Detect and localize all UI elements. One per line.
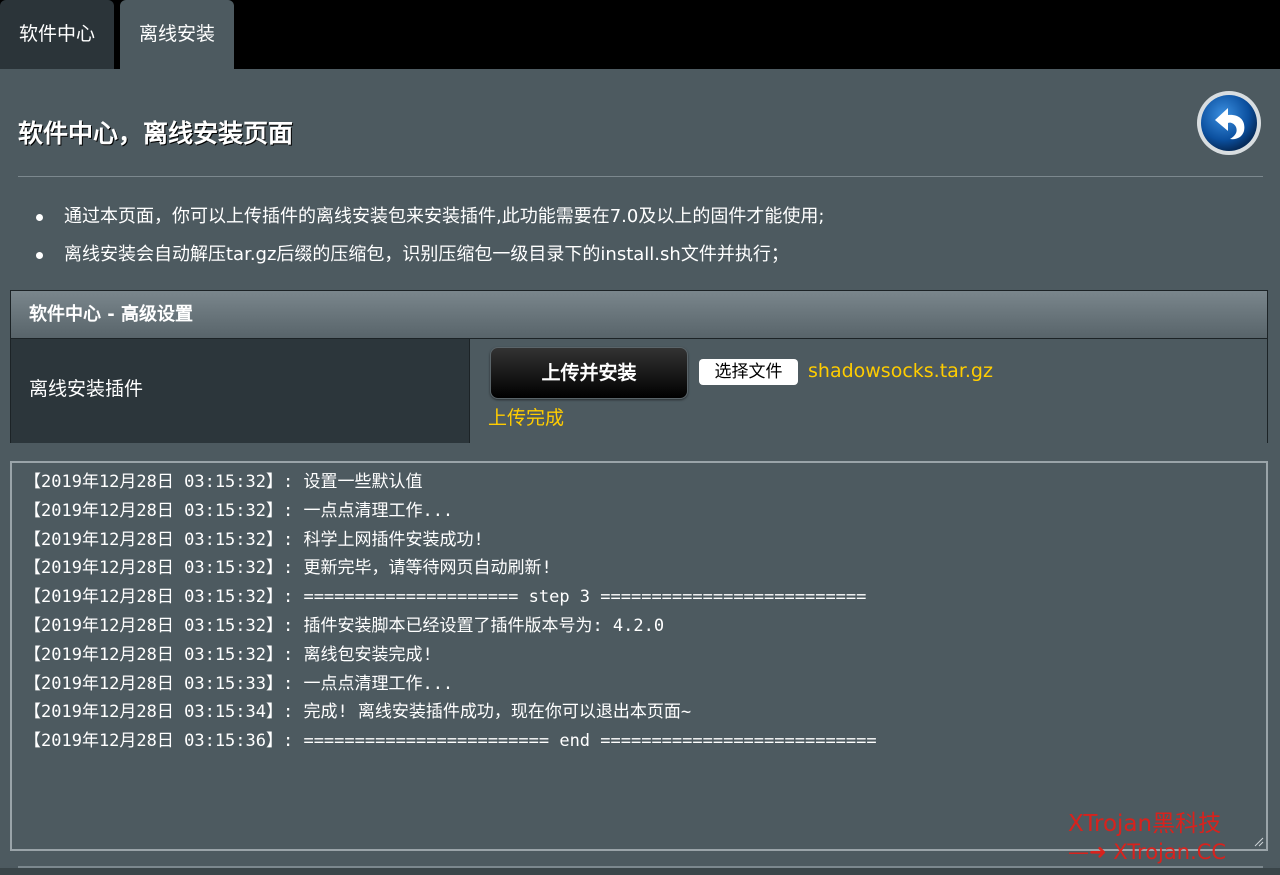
selected-file-name: shadowsocks.tar.gz [808,360,993,382]
log-line: 【2019年12月28日 03:15:34】: 完成! 离线安装插件成功，现在你… [24,702,692,723]
tab-software-center[interactable]: 软件中心 [0,0,114,69]
settings-header: 软件中心 - 高级设置 [11,291,1267,339]
log-line: 【2019年12月28日 03:15:32】: 插件安装脚本已经设置了插件版本号… [24,615,665,636]
watermark-title: XTrojan黑科技 [1068,811,1222,837]
log-line: 【2019年12月28日 03:15:36】: ================… [24,731,877,752]
log-line: 【2019年12月28日 03:15:32】: 更新完毕，请等待网页自动刷新! [24,558,552,579]
watermark-url: —➜ XTrojan.CC [1068,840,1227,864]
choose-file-button[interactable]: 选择文件 [699,359,798,385]
log-line: 【2019年12月28日 03:15:33】: 一点点清理工作... [24,673,454,694]
log-textarea[interactable]: 【2019年12月28日 03:15:32】: 设置一些默认值 【2019年12… [10,461,1268,851]
back-button[interactable] [1195,89,1263,157]
settings-row-offline-install: 离线安装插件 上传并安装 选择文件 shadowsocks.tar.gz 上传完… [11,339,1267,443]
resize-grip-icon[interactable] [1252,835,1264,847]
note-item: 通过本页面，你可以上传插件的离线安装包来安装插件,此功能需要在7.0及以上的固件… [34,203,824,241]
tab-offline-install[interactable]: 离线安装 [120,0,234,69]
log-line: 【2019年12月28日 03:15:32】: 一点点清理工作... [24,500,454,521]
log-line: 【2019年12月28日 03:15:32】: 离线包安装完成! [24,644,433,665]
upload-status: 上传完成 [488,407,565,429]
back-arrow-icon [1197,91,1261,155]
row-content: 上传并安装 选择文件 shadowsocks.tar.gz 上传完成 [470,339,1267,443]
upload-install-button[interactable]: 上传并安装 [490,347,688,399]
log-line: 【2019年12月28日 03:15:32】: ================… [24,587,867,608]
bottom-bar [0,868,1280,875]
watermark: XTrojan黑科技 —➜ XTrojan.CC [1068,810,1226,866]
title-divider [18,176,1263,177]
notes-list: 通过本页面，你可以上传插件的离线安装包来安装插件,此功能需要在7.0及以上的固件… [34,203,824,279]
top-tab-bar: 软件中心 离线安装 [0,0,1280,69]
settings-table: 软件中心 - 高级设置 离线安装插件 上传并安装 选择文件 shadowsock… [10,290,1268,443]
row-label: 离线安装插件 [11,339,470,443]
log-line: 【2019年12月28日 03:15:32】: 设置一些默认值 [24,472,423,492]
note-item: 离线安装会自动解压tar.gz后缀的压缩包，识别压缩包一级目录下的install… [34,241,824,279]
page-title: 软件中心，离线安装页面 [18,119,294,148]
log-line: 【2019年12月28日 03:15:32】: 科学上网插件安装成功! [24,529,484,550]
